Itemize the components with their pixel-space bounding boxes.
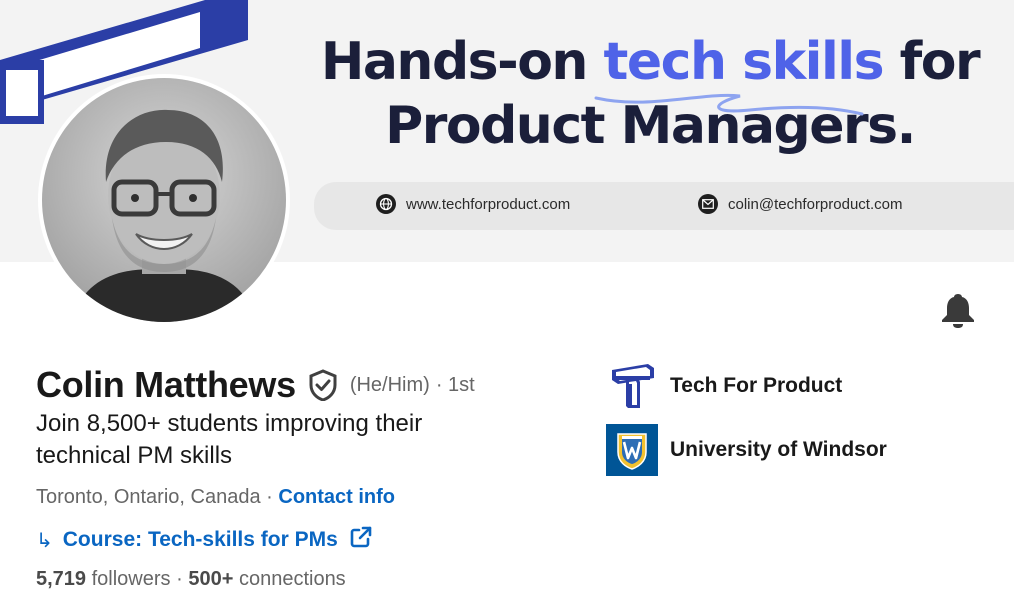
profile-name-row: Colin Matthews (He/Him) · 1st — [36, 364, 475, 406]
contact-info-link[interactable]: Contact info — [278, 486, 395, 508]
university-of-windsor-crest — [606, 424, 658, 476]
profile-stats-row: 5,719 followers · 500+ connections — [36, 568, 346, 591]
education-link[interactable]: University of Windsor — [606, 424, 887, 476]
banner-contact-strip: www.techforproduct.com colin@techforprod… — [314, 182, 1014, 230]
banner-email-text: colin@techforproduct.com — [728, 195, 903, 213]
school-name: University of Windsor — [670, 438, 887, 461]
location-separator: · — [260, 486, 279, 508]
banner-website-text: www.techforproduct.com — [406, 195, 571, 213]
banner-email: colin@techforproduct.com — [698, 194, 902, 214]
tech-for-product-logo — [606, 360, 658, 412]
connections-label: connections — [233, 568, 346, 590]
headline-accent-text: tech skills — [603, 32, 885, 92]
followers-label: followers — [86, 568, 171, 590]
followers-count: 5,719 — [36, 568, 87, 590]
notification-bell-icon[interactable] — [938, 290, 978, 330]
headline-text-2: for — [883, 32, 981, 92]
profile-pronouns: (He/Him) — [349, 373, 430, 396]
connection-degree: · 1st — [435, 373, 475, 396]
connections-count[interactable]: 500+ — [188, 568, 233, 590]
external-link-icon — [350, 526, 372, 554]
stats-separator: · — [170, 568, 189, 590]
banner-website: www.techforproduct.com — [376, 194, 570, 214]
mail-icon — [698, 194, 718, 214]
profile-avatar[interactable] — [38, 74, 290, 326]
avatar-photo — [42, 78, 286, 322]
current-company-link[interactable]: Tech For Product — [606, 360, 842, 412]
arrow-return-icon: ↳ — [36, 529, 53, 552]
course-link[interactable]: ↳ Course: Tech-skills for PMs — [36, 526, 372, 554]
globe-icon — [376, 194, 396, 214]
profile-location-row: Toronto, Ontario, Canada · Contact info — [36, 486, 395, 509]
profile-headline: Join 8,500+ students improving their tec… — [36, 410, 423, 469]
profile-location: Toronto, Ontario, Canada — [36, 486, 261, 508]
headline-underline-squiggle — [594, 93, 864, 116]
profile-name: Colin Matthews — [36, 364, 296, 405]
current-company-name: Tech For Product — [670, 374, 843, 397]
headline-text-1: Hands-on — [320, 32, 604, 92]
verified-shield-icon[interactable] — [308, 369, 338, 402]
course-link-label: Course: Tech-skills for PMs — [62, 528, 338, 551]
